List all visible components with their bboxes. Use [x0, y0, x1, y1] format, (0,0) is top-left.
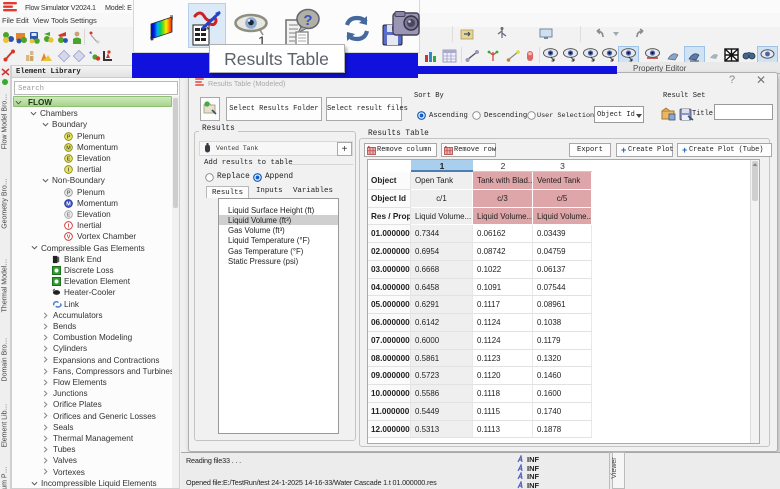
svg-text:P: P	[67, 190, 71, 196]
svg-text:E: E	[67, 157, 71, 163]
svg-text:M: M	[66, 145, 71, 151]
svg-text:P: P	[67, 134, 71, 140]
svg-text:V: V	[67, 235, 71, 241]
svg-text:M: M	[66, 201, 71, 207]
svg-text:?: ?	[303, 12, 312, 29]
svg-text:E: E	[67, 213, 71, 219]
